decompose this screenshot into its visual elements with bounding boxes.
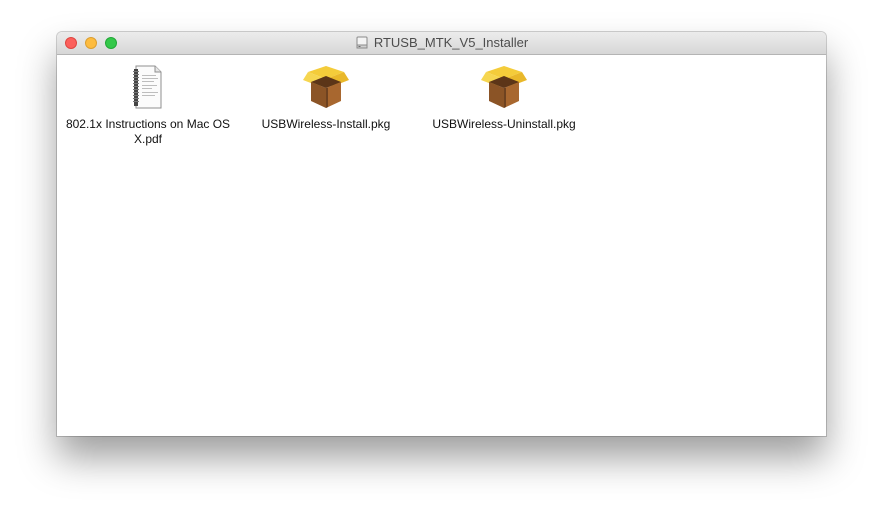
file-item-pdf[interactable]: 802.1x Instructions on Mac OS X.pdf (63, 63, 233, 147)
pdf-document-icon (133, 65, 162, 109)
package-icon (481, 66, 527, 108)
window-title: RTUSB_MTK_V5_Installer (373, 35, 529, 50)
file-name: USBWireless-Uninstall.pkg (432, 117, 576, 131)
drive-icon (356, 36, 368, 49)
file-name: 802.1x Instructions on Mac OS X.pdf (65, 117, 231, 146)
finder-window: RTUSB_MTK_V5_Installer 802.1x Instructio… (57, 32, 826, 436)
package-icon (303, 66, 349, 108)
title-bar[interactable]: RTUSB_MTK_V5_Installer (57, 32, 826, 55)
file-item-uninstall-pkg[interactable]: USBWireless-Uninstall.pkg (419, 63, 589, 132)
file-item-install-pkg[interactable]: USBWireless-Install.pkg (241, 63, 411, 132)
file-name: USBWireless-Install.pkg (261, 117, 391, 131)
file-icon-view: 802.1x Instructions on Mac OS X.pdf USBW… (57, 55, 826, 436)
window-title-group: RTUSB_MTK_V5_Installer (57, 32, 826, 54)
